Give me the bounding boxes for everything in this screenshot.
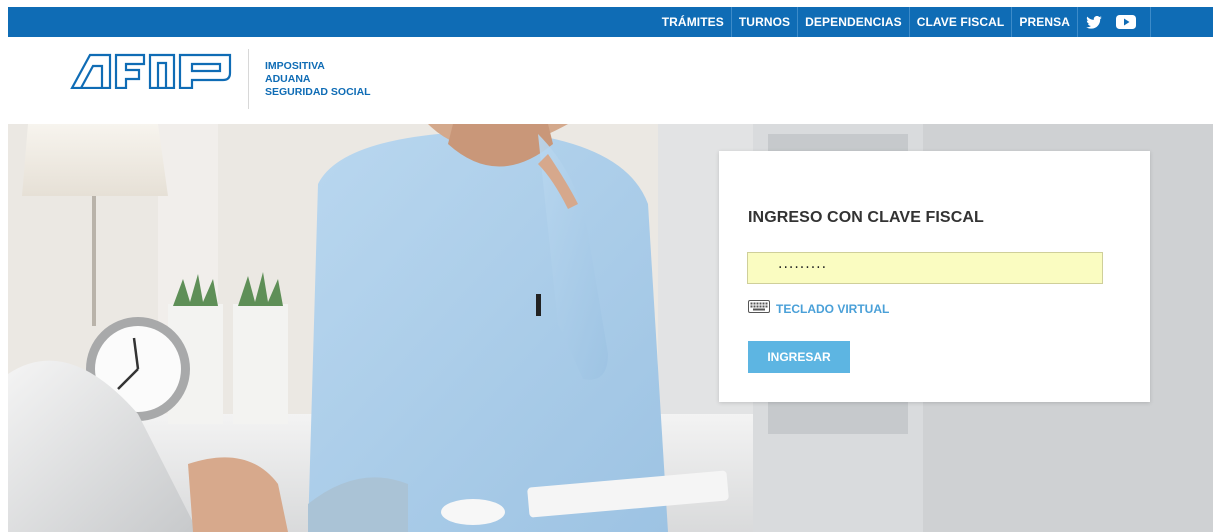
ingresar-button[interactable]: INGRESAR [748, 341, 850, 373]
social-links [1077, 7, 1144, 37]
virtual-keyboard-label: TECLADO VIRTUAL [776, 302, 890, 316]
youtube-icon[interactable] [1116, 15, 1136, 29]
login-title: INGRESO CON CLAVE FISCAL [748, 209, 984, 226]
nav-tramites[interactable]: TRÁMITES [655, 7, 731, 37]
nav-turnos[interactable]: TURNOS [730, 7, 797, 37]
virtual-keyboard-link[interactable]: TECLADO VIRTUAL [748, 300, 889, 318]
password-field[interactable]: ········· [747, 252, 1103, 284]
nav-divider [1150, 7, 1151, 37]
twitter-icon[interactable] [1086, 15, 1102, 29]
tagline-impositiva: IMPOSITIVA [265, 60, 325, 72]
afip-logo[interactable] [70, 53, 232, 94]
logo-divider [248, 49, 249, 109]
tagline-aduana: ADUANA [265, 73, 311, 85]
logo-tagline: IMPOSITIVA ADUANA SEGURIDAD SOCIAL [265, 60, 371, 99]
top-nav: TRÁMITES TURNOS DEPENDENCIAS CLAVE FISCA… [655, 7, 1151, 37]
site-header: IMPOSITIVA ADUANA SEGURIDAD SOCIAL [0, 37, 1213, 124]
tagline-seguridad-social: SEGURIDAD SOCIAL [265, 86, 371, 98]
login-card: INGRESO CON CLAVE FISCAL ········· TECLA… [719, 151, 1150, 402]
nav-dependencias[interactable]: DEPENDENCIAS [797, 7, 909, 37]
keyboard-icon [748, 300, 770, 318]
top-navigation-bar: TRÁMITES TURNOS DEPENDENCIAS CLAVE FISCA… [8, 7, 1213, 37]
nav-clave-fiscal[interactable]: CLAVE FISCAL [908, 7, 1012, 37]
nav-prensa[interactable]: PRENSA [1011, 7, 1077, 37]
